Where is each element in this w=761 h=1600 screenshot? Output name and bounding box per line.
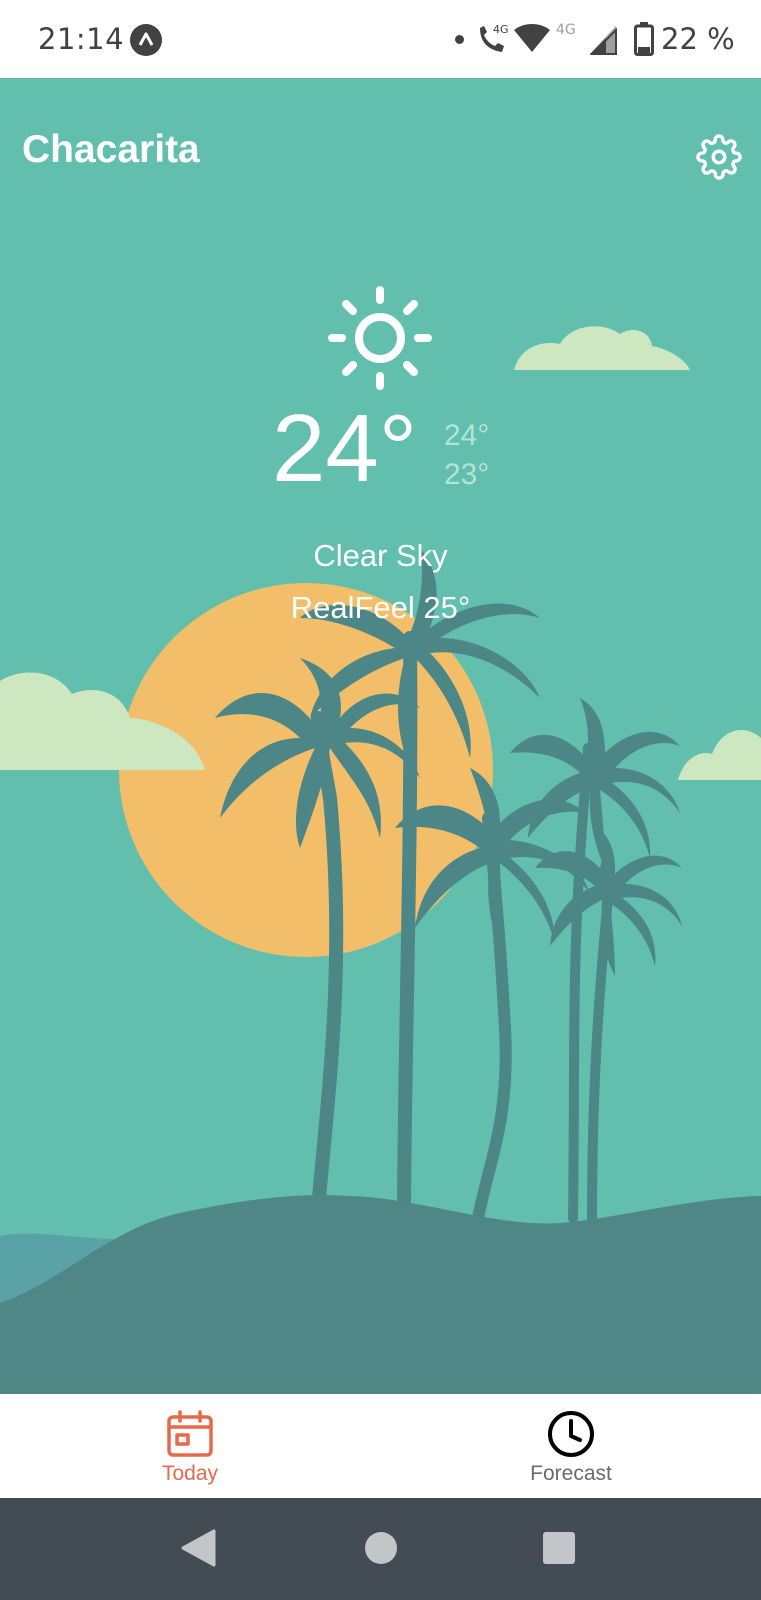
realfeel-temperature: RealFeel 25°	[290, 590, 471, 625]
sun-icon	[328, 286, 432, 390]
cloud-right-edge	[678, 730, 761, 780]
foreground-hill	[0, 1195, 761, 1394]
tab-today-label: Today	[161, 1462, 219, 1485]
bottom-navigation: Today Forecast	[0, 1394, 761, 1498]
battery-icon	[634, 22, 654, 56]
city-title: Chacarita	[22, 128, 200, 171]
high-temperature: 24°	[444, 419, 490, 452]
signal-icon: 4G	[556, 22, 617, 55]
clock-icon	[548, 1411, 594, 1457]
weather-condition: Clear Sky	[313, 538, 448, 573]
tab-forecast-label: Forecast	[530, 1462, 612, 1485]
app-notification-icon	[130, 24, 162, 56]
system-navigation-bar	[0, 1498, 761, 1600]
home-icon[interactable]	[364, 1531, 398, 1565]
notification-dot-icon	[455, 35, 464, 44]
low-temperature: 23°	[444, 458, 490, 491]
status-time: 21:14	[38, 22, 125, 56]
current-temperature: 24°	[272, 395, 418, 502]
cloud-right-top	[514, 326, 690, 370]
wifi-call-icon: 4G	[480, 23, 509, 52]
scene-illustration	[0, 326, 761, 1394]
calendar-icon	[167, 1410, 213, 1457]
gear-icon[interactable]	[696, 134, 742, 180]
battery-percentage: 22 %	[661, 22, 735, 56]
svg-text:4G: 4G	[556, 22, 576, 38]
tab-today[interactable]: Today	[90, 1394, 290, 1498]
wifi-icon	[514, 24, 550, 52]
svg-text:4G: 4G	[493, 23, 509, 36]
status-bar: 21:14 4G 4G 22 %	[0, 0, 761, 78]
recents-icon[interactable]	[543, 1532, 575, 1564]
weather-scene: Chacarita 24° 24° 23° Clear Sky RealFeel…	[0, 78, 761, 1394]
back-icon[interactable]	[180, 1528, 216, 1568]
tab-forecast[interactable]: Forecast	[471, 1394, 671, 1498]
